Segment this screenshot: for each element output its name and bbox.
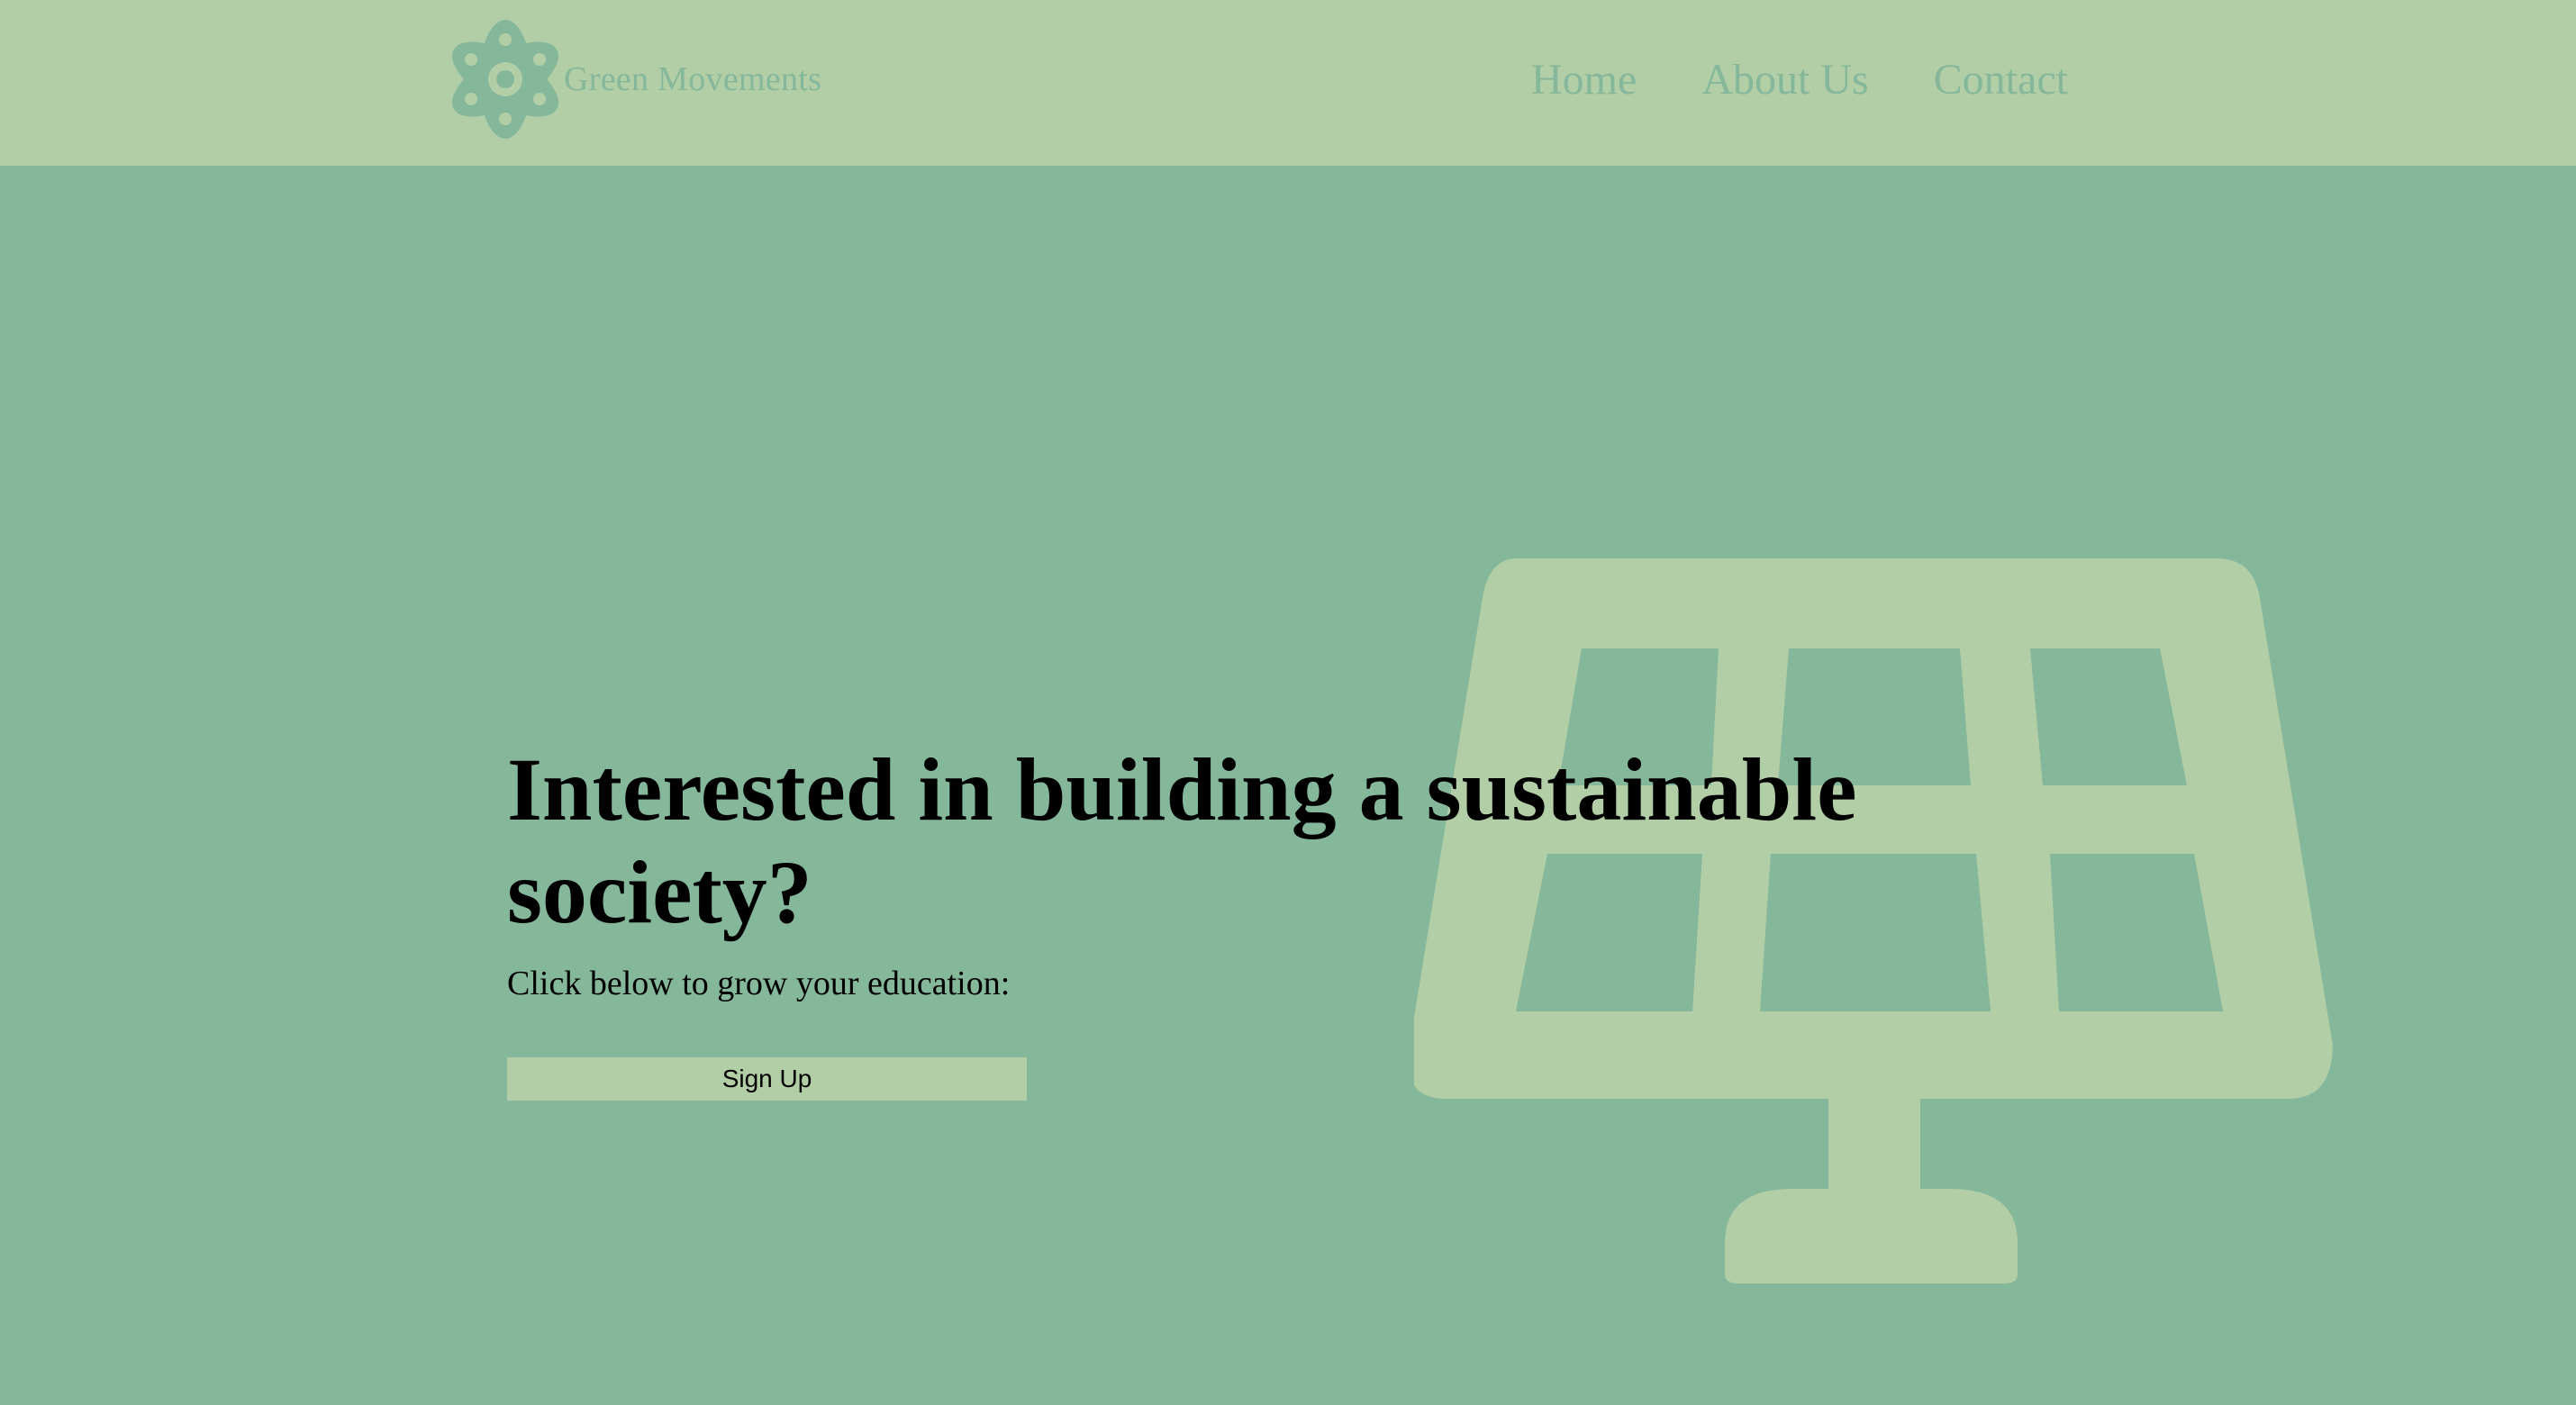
brand-logo[interactable]: Green Movements	[450, 18, 821, 140]
atom-flower-icon	[452, 20, 558, 139]
nav-contact-link[interactable]: Contact	[1934, 55, 2068, 104]
site-header: Green Movements Home About Us Contact	[0, 0, 2576, 166]
hero-title: Interested in building a sustainable soc…	[507, 739, 1857, 942]
brand-name: Green Movements	[564, 60, 822, 98]
sign-up-button[interactable]: Sign Up	[507, 1057, 1027, 1101]
nav-home-link[interactable]: Home	[1531, 55, 1637, 104]
nav-about-link[interactable]: About Us	[1701, 55, 1868, 104]
hero-content: Interested in building a sustainable soc…	[507, 739, 1858, 1101]
hero-subtitle: Click below to grow your education:	[507, 965, 1011, 1002]
main-nav: Home About Us Contact	[1531, 50, 2068, 108]
